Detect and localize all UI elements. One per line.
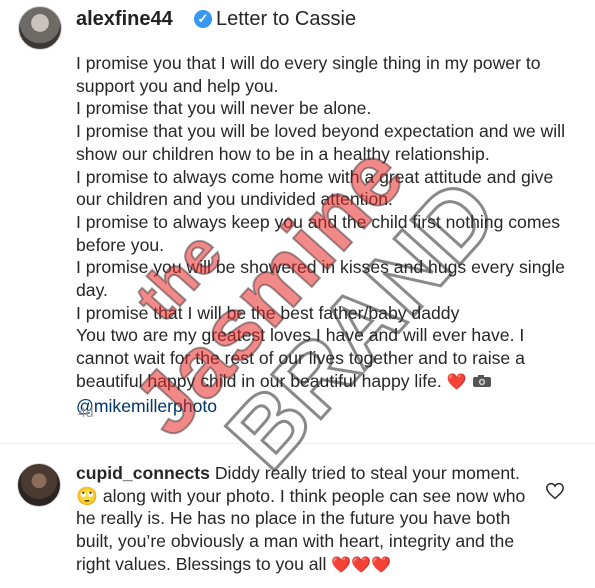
comment-hearts: ❤️❤️❤️ [331, 556, 392, 574]
caption-line: I promise that I will be the best father… [76, 302, 460, 323]
post-title: Letter to Cassie [216, 8, 357, 30]
post-age: 4d [78, 404, 94, 420]
commenter-username[interactable]: cupid_connects [76, 463, 210, 483]
caption-line: I promise you that I will do every singl… [76, 53, 541, 96]
caption-line: I promise that you will never be alone. [76, 98, 372, 119]
comment-text-part: along with your photo. I think people ca… [76, 485, 526, 574]
caption-line: You two are my greatest loves I have and… [76, 324, 576, 394]
comment-item: cupid_connects Diddy really tried to ste… [0, 452, 595, 588]
comment-emoji: 🙄 [76, 485, 98, 506]
caption-line: I promise you will be showered in kisses… [76, 257, 565, 301]
comment-body: cupid_connects Diddy really tried to ste… [76, 462, 536, 578]
divider [0, 443, 595, 444]
caption-line: I promise to always keep you and the chi… [76, 211, 561, 255]
post-caption: I promise you that I will do every singl… [76, 52, 576, 417]
author-username[interactable]: alexfine44 [76, 8, 173, 31]
heart-outline-icon[interactable] [545, 482, 565, 500]
heart-emoji: ❤️ [446, 373, 467, 391]
author-avatar[interactable] [18, 6, 62, 50]
camera-icon [472, 374, 491, 387]
comment-text-part: Diddy really tried to steal your moment. [214, 463, 520, 483]
commenter-avatar[interactable] [17, 463, 61, 507]
verified-badge-icon: ✓ [194, 10, 212, 28]
caption-line: I promise that you will be loved beyond … [76, 121, 565, 164]
caption-line: I promise to always come home with a gre… [76, 166, 554, 210]
mention-link[interactable]: @mikemillerphoto [76, 396, 217, 416]
post-header: alexfine44 ✓ Letter to Cassie [18, 6, 588, 50]
